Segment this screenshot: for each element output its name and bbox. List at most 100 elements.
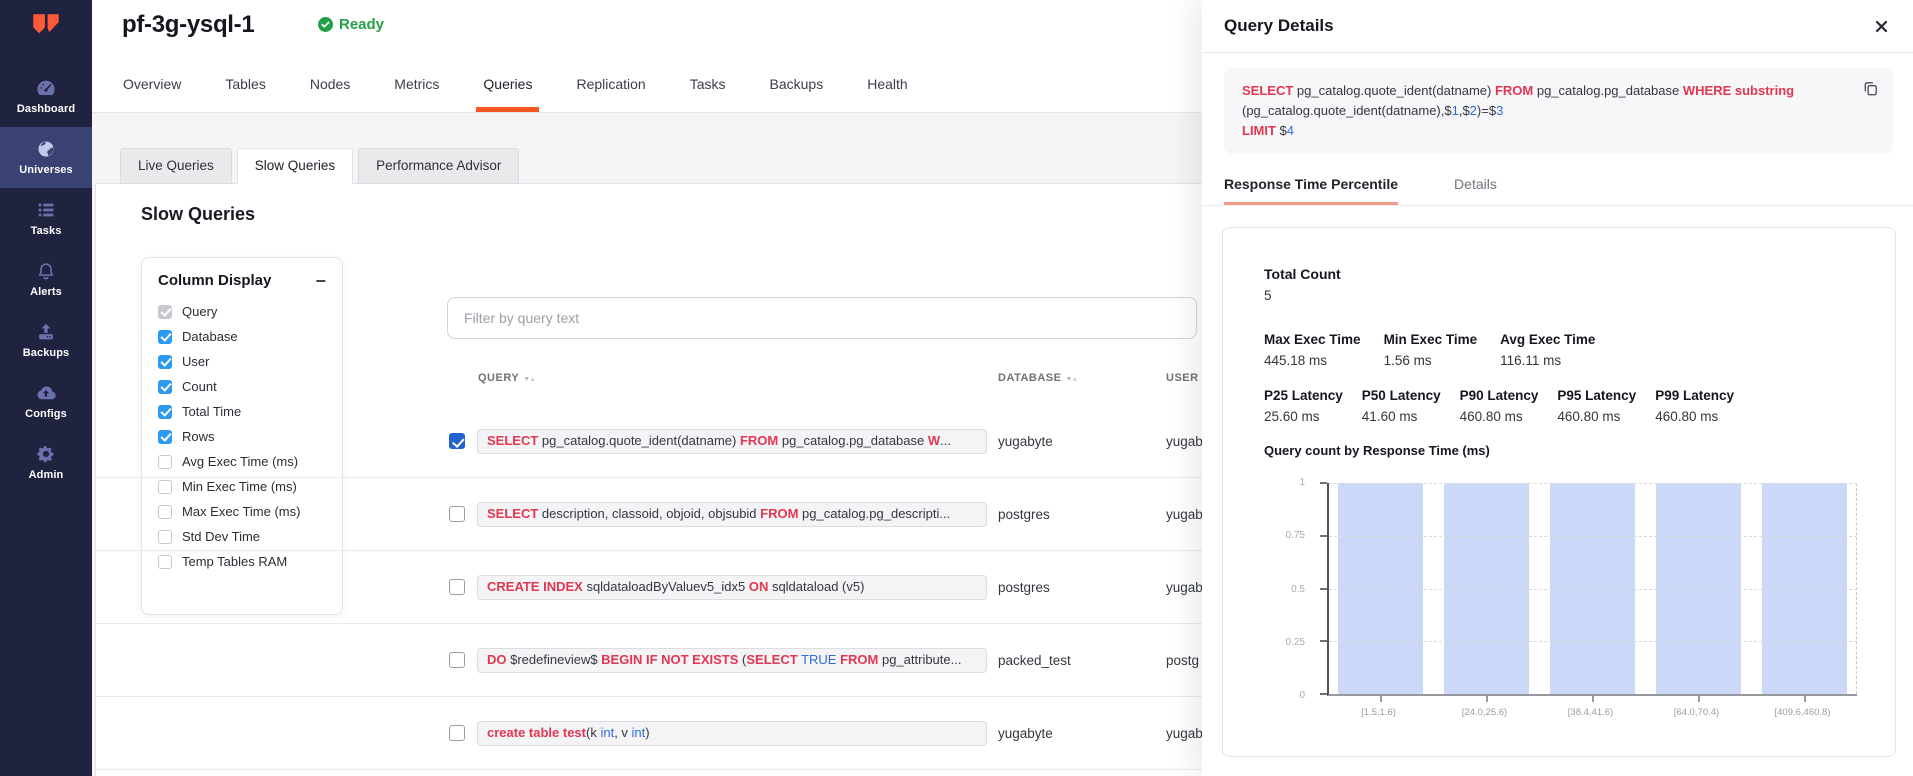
query-text-chip[interactable]: SELECT pg_catalog.quote_ident(datname) F… — [477, 429, 987, 454]
checkbox-icon[interactable] — [158, 330, 172, 344]
column-option-label: Query — [182, 304, 217, 319]
tab-nodes[interactable]: Nodes — [303, 76, 357, 112]
database-cell: yugabyte — [998, 434, 1053, 449]
check-circle-icon — [318, 17, 333, 32]
main-tabs: Overview Tables Nodes Metrics Queries Replica… — [116, 76, 945, 112]
total-count-value: 5 — [1264, 288, 1341, 303]
minus-icon[interactable]: − — [315, 274, 326, 288]
slow-queries-heading: Slow Queries — [141, 204, 255, 225]
database-cell: packed_test — [998, 653, 1071, 668]
tab-overview[interactable]: Overview — [116, 76, 188, 112]
sidebar-item-label: Dashboard — [0, 103, 92, 115]
row-checkbox[interactable] — [449, 506, 465, 522]
tasks-list-icon — [35, 199, 57, 221]
user-cell: yugab — [1166, 580, 1203, 595]
database-cell: postgres — [998, 507, 1050, 522]
subtab-slow-queries[interactable]: Slow Queries — [237, 148, 353, 184]
column-header-query[interactable]: QUERY▼▲ — [478, 372, 535, 384]
column-header-database[interactable]: DATABASE▼▲ — [998, 372, 1077, 384]
close-icon[interactable] — [1874, 19, 1889, 34]
sidebar-item-dashboard[interactable]: Dashboard — [0, 66, 92, 127]
table-row[interactable]: CREATE INDEX sqldataloadByValuev5_idx5 O… — [96, 551, 1254, 624]
status-badge: Ready — [318, 16, 384, 33]
column-option-user[interactable]: User — [158, 349, 326, 374]
table-row[interactable]: create table test(k int, v int) yugabyte y… — [96, 697, 1254, 770]
query-text-chip[interactable]: create table test(k int, v int) — [477, 721, 987, 746]
tab-replication[interactable]: Replication — [569, 76, 652, 112]
panel-tab-details[interactable]: Details — [1454, 176, 1497, 205]
tab-health[interactable]: Health — [860, 76, 914, 112]
user-cell: yugab — [1166, 507, 1203, 522]
stat-p50-latency: P50 Latency41.60 ms — [1362, 388, 1441, 424]
user-cell: yugab — [1166, 726, 1203, 741]
yugabyte-logo[interactable] — [27, 10, 65, 48]
sidebar-item-alerts[interactable]: Alerts — [0, 249, 92, 310]
dashboard-gauge-icon — [35, 77, 57, 99]
status-label: Ready — [339, 16, 384, 33]
row-checkbox[interactable] — [449, 579, 465, 595]
row-checkbox[interactable] — [449, 433, 465, 449]
sidebar-item-configs[interactable]: Configs — [0, 371, 92, 432]
table-row[interactable]: SELECT description, classoid, objoid, ob… — [96, 478, 1254, 551]
sidebar-item-label: Alerts — [0, 286, 92, 298]
slow-queries-card: Slow Queries Column Display − QueryDatab… — [95, 183, 1255, 776]
query-text-chip[interactable]: CREATE INDEX sqldataloadByValuev5_idx5 O… — [477, 575, 987, 600]
page-title: pf-3g-ysql-1 — [122, 11, 254, 39]
universes-globe-icon — [35, 138, 57, 160]
stat-max-exec-time: Max Exec Time445.18 ms — [1264, 332, 1361, 368]
table-row[interactable]: DO $redefineview$ BEGIN IF NOT EXISTS (S… — [96, 624, 1254, 697]
sidebar-item-label: Admin — [0, 469, 92, 481]
panel-tab-response-time-percentile[interactable]: Response Time Percentile — [1224, 176, 1398, 205]
sql-line: (pg_catalog.quote_ident(datname),$1,$2)=… — [1242, 101, 1849, 121]
subtab-live-queries[interactable]: Live Queries — [120, 148, 232, 184]
database-cell: yugabyte — [998, 726, 1053, 741]
chart-x-label: [1.5,1.6) — [1361, 707, 1396, 718]
sql-line: SELECT pg_catalog.quote_ident(datname) F… — [1242, 81, 1849, 101]
sort-icon[interactable]: ▼▲ — [523, 376, 535, 383]
subtab-performance-advisor[interactable]: Performance Advisor — [358, 148, 519, 184]
chart-title: Query count by Response Time (ms) — [1264, 443, 1490, 458]
sidebar-item-admin[interactable]: Admin — [0, 432, 92, 493]
query-details-panel: Query Details SELECT pg_catalog.quote_id… — [1202, 0, 1913, 776]
total-count-label: Total Count — [1264, 266, 1341, 282]
configs-cloud-icon — [35, 382, 57, 404]
stat-p95-latency: P95 Latency460.80 ms — [1557, 388, 1636, 424]
alerts-bell-icon — [35, 260, 57, 282]
sidebar-item-tasks[interactable]: Tasks — [0, 188, 92, 249]
column-option-database[interactable]: Database — [158, 324, 326, 349]
chart-x-label: [409.6,460.8) — [1775, 707, 1831, 718]
sidebar-item-backups[interactable]: Backups — [0, 310, 92, 371]
total-count-stat: Total Count 5 — [1264, 266, 1341, 303]
column-option-label: User — [182, 354, 209, 369]
tab-backups[interactable]: Backups — [763, 76, 831, 112]
query-subtabs: Live QueriesSlow QueriesPerformance Advi… — [120, 148, 519, 184]
checkbox-icon[interactable] — [158, 355, 172, 369]
row-checkbox[interactable] — [449, 725, 465, 741]
query-text-chip[interactable]: SELECT description, classoid, objoid, ob… — [477, 502, 987, 527]
sql-line: LIMIT $4 — [1242, 121, 1849, 141]
tab-metrics[interactable]: Metrics — [387, 76, 446, 112]
sort-icon[interactable]: ▼▲ — [1065, 376, 1077, 383]
query-filter-input[interactable] — [447, 297, 1197, 339]
sidebar-item-universes[interactable]: Universes — [0, 127, 92, 188]
latency-stats: P25 Latency25.60 ms P50 Latency41.60 ms P9… — [1264, 388, 1734, 424]
chart-x-label: [64.0,70.4) — [1674, 707, 1719, 718]
tab-tasks[interactable]: Tasks — [683, 76, 733, 112]
sidebar-item-label: Configs — [0, 408, 92, 420]
sidebar-item-label: Universes — [0, 164, 92, 176]
stat-min-exec-time: Min Exec Time1.56 ms — [1384, 332, 1478, 368]
table-header: QUERY▼▲DATABASE▼▲USER▼▲ — [96, 372, 1254, 392]
sidebar-item-label: Tasks — [0, 225, 92, 237]
query-rows: SELECT pg_catalog.quote_ident(datname) F… — [96, 405, 1254, 770]
query-text-chip[interactable]: DO $redefineview$ BEGIN IF NOT EXISTS (S… — [477, 648, 987, 673]
checkbox-icon[interactable] — [158, 305, 172, 319]
tab-tables[interactable]: Tables — [218, 76, 272, 112]
column-option-query[interactable]: Query — [158, 299, 326, 324]
stat-p25-latency: P25 Latency25.60 ms — [1264, 388, 1343, 424]
row-checkbox[interactable] — [449, 652, 465, 668]
tab-queries[interactable]: Queries — [476, 76, 539, 112]
backups-upload-icon — [35, 321, 57, 343]
panel-header: Query Details — [1202, 0, 1913, 53]
table-row[interactable]: SELECT pg_catalog.quote_ident(datname) F… — [96, 405, 1254, 478]
copy-icon[interactable] — [1861, 79, 1880, 98]
